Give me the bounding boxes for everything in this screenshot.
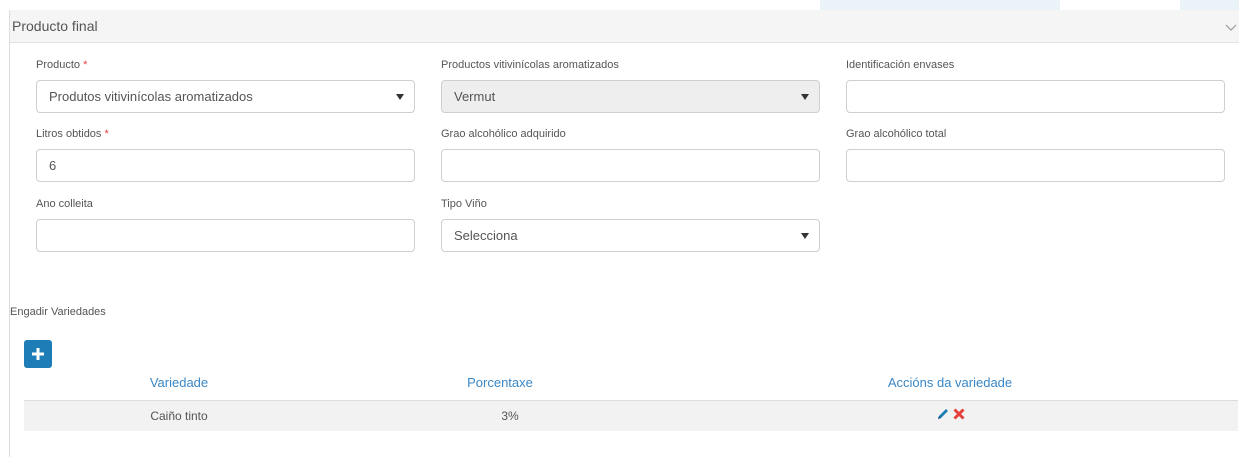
table-row: Caiño tinto 3%: [24, 400, 1238, 431]
variety-actions: [936, 407, 966, 421]
producto-select[interactable]: Produtos vitivinícolas aromatizados: [36, 80, 415, 113]
producto-final-panel: Producto final Producto * Produtos vitiv…: [9, 10, 1239, 457]
variety-name: Caiño tinto: [150, 409, 208, 423]
grao-adquirido-input[interactable]: [441, 149, 820, 182]
identificacion-envases-label: Identificación envases: [846, 59, 955, 71]
column-header-variedade: Variedade: [149, 375, 209, 390]
litros-obtidos-label: Litros obtidos *: [36, 128, 109, 140]
caret-down-icon: [396, 94, 404, 100]
variety-percentage: 3%: [501, 409, 519, 423]
add-variety-button[interactable]: [24, 340, 52, 368]
plus-icon: [32, 348, 44, 360]
productos-aromatizados-value: Vermut: [454, 89, 496, 104]
required-mark: *: [83, 59, 88, 71]
engadir-variedades-label: Engadir Variedades: [10, 306, 106, 318]
litros-obtidos-label-text: Litros obtidos: [36, 128, 102, 140]
tipo-vino-value: Selecciona: [454, 228, 518, 243]
chevron-down-icon[interactable]: [1224, 20, 1238, 34]
panel-header[interactable]: Producto final: [10, 10, 1239, 43]
ano-colleita-label: Ano colleita: [36, 198, 93, 210]
caret-down-icon: [801, 233, 809, 239]
grao-total-label: Grao alcohólico total: [846, 128, 947, 140]
producto-label-text: Producto: [36, 59, 81, 71]
pencil-icon[interactable]: [936, 407, 950, 421]
producto-select-value: Produtos vitivinícolas aromatizados: [49, 89, 253, 104]
required-mark: *: [104, 128, 109, 140]
grao-total-input[interactable]: [846, 149, 1225, 182]
productos-aromatizados-label: Productos vitivinícolas aromatizados: [441, 59, 619, 71]
panel-title: Producto final: [12, 18, 98, 34]
grao-adquirido-label: Grao alcohólico adquirido: [441, 128, 566, 140]
litros-obtidos-input[interactable]: 6: [36, 149, 415, 182]
productos-aromatizados-select[interactable]: Vermut: [441, 80, 820, 113]
tipo-vino-label: Tipo Viño: [441, 198, 487, 210]
identificacion-envases-input[interactable]: [846, 80, 1225, 113]
background-decoration: [1180, 0, 1239, 10]
top-strip: [0, 0, 1239, 10]
column-header-porcentaxe: Porcentaxe: [467, 375, 533, 390]
producto-label: Producto *: [36, 59, 87, 71]
background-decoration: [820, 0, 1060, 10]
caret-down-icon: [801, 94, 809, 100]
column-header-accions: Accións da variedade: [887, 375, 1013, 390]
ano-colleita-input[interactable]: [36, 219, 415, 252]
delete-x-icon[interactable]: [952, 407, 966, 421]
tipo-vino-select[interactable]: Selecciona: [441, 219, 820, 252]
